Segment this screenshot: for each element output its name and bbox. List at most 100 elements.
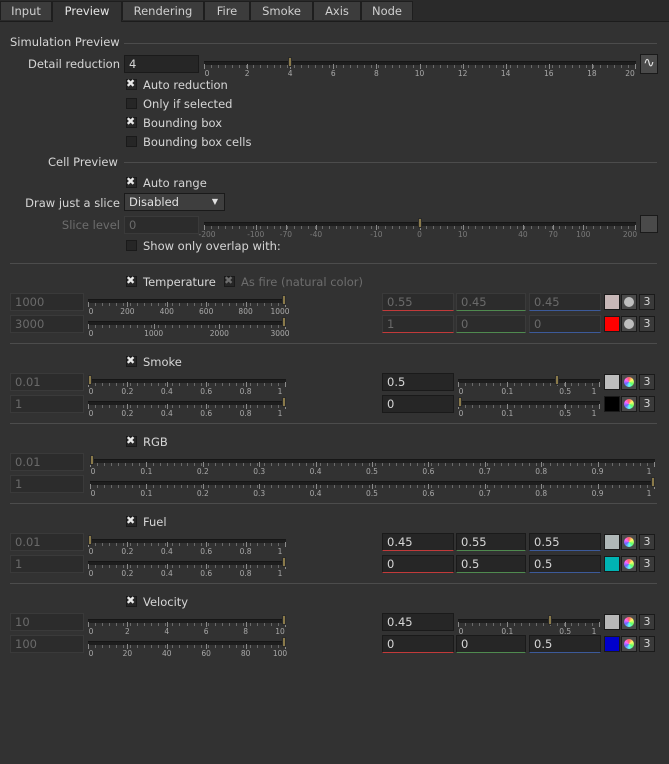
- tab-preview[interactable]: Preview: [52, 1, 122, 22]
- rgb-checkbox[interactable]: [126, 434, 137, 447]
- velocity-color2-channels[interactable]: 3: [639, 636, 655, 652]
- velocity-max-input[interactable]: 100: [10, 635, 84, 653]
- temperature-color1-g[interactable]: 0.45: [456, 293, 526, 311]
- smoke-color2-value[interactable]: 0: [382, 395, 454, 413]
- as-fire-checkbox[interactable]: [224, 274, 235, 287]
- velocity-color2-swatch[interactable]: [604, 636, 620, 652]
- detail-reduction-input[interactable]: 4: [124, 55, 199, 73]
- slider-handle[interactable]: [282, 317, 286, 327]
- slice-options-button[interactable]: [640, 215, 658, 233]
- slider-handle[interactable]: [651, 477, 655, 487]
- rgb-max-slider[interactable]: 0 0.1 0.2 0.3 0.4 0.5 0.6 0.7 0.8 0.9 1: [90, 476, 655, 498]
- slider-handle[interactable]: [418, 218, 422, 228]
- velocity-color1-channels[interactable]: 3: [639, 614, 655, 630]
- smoke-max-input[interactable]: 1: [10, 395, 84, 413]
- temperature-max-input[interactable]: 3000: [10, 315, 84, 333]
- temperature-color1-channels[interactable]: 3: [639, 294, 655, 310]
- temperature-color1-b[interactable]: 0.45: [529, 293, 601, 311]
- fuel-color1-b[interactable]: 0.55: [529, 533, 601, 551]
- fuel-color1-g[interactable]: 0.55: [456, 533, 526, 551]
- fuel-color1-swatch[interactable]: [604, 534, 620, 550]
- fuel-color1-channels[interactable]: 3: [639, 534, 655, 550]
- color-wheel-icon[interactable]: [621, 316, 637, 332]
- slider-handle[interactable]: [282, 557, 286, 567]
- smoke-min-slider[interactable]: 0 0.2 0.4 0.6 0.8 1: [88, 374, 286, 396]
- tab-input[interactable]: Input: [0, 1, 52, 20]
- smoke-color1-value[interactable]: 0.5: [382, 373, 454, 391]
- smoke-checkbox[interactable]: [126, 354, 137, 367]
- color-wheel-icon[interactable]: [621, 396, 637, 412]
- slider-handle[interactable]: [88, 375, 92, 385]
- slider-handle[interactable]: [282, 615, 286, 625]
- curve-icon[interactable]: ∿: [640, 54, 658, 74]
- smoke-color1-swatch[interactable]: [604, 374, 620, 390]
- fuel-color1-r[interactable]: 0.45: [382, 533, 454, 551]
- temperature-color2-swatch[interactable]: [604, 316, 620, 332]
- bounding-box-cells-checkbox[interactable]: [126, 136, 137, 147]
- fuel-color2-r[interactable]: 0: [382, 555, 454, 573]
- fuel-color2-channels[interactable]: 3: [639, 556, 655, 572]
- smoke-color2-slider[interactable]: 0 0.1 0.5 1: [458, 396, 600, 418]
- rgb-max-input[interactable]: 1: [10, 475, 84, 493]
- auto-reduction-checkbox[interactable]: [126, 77, 137, 90]
- velocity-max-slider[interactable]: 0 20 40 60 80 100: [88, 636, 287, 658]
- slider-handle[interactable]: [88, 535, 92, 545]
- velocity-color2-g[interactable]: 0: [456, 635, 526, 653]
- slider-handle[interactable]: [90, 455, 94, 465]
- velocity-color1-value[interactable]: 0.45: [382, 613, 454, 631]
- show-overlap-checkbox[interactable]: [126, 240, 137, 251]
- temperature-color2-r[interactable]: 1: [382, 315, 454, 333]
- only-if-selected-checkbox[interactable]: [126, 98, 137, 109]
- color-wheel-icon[interactable]: [621, 556, 637, 572]
- temperature-checkbox[interactable]: [126, 274, 137, 287]
- detail-reduction-slider[interactable]: 0 2 4 6 8 10 12 14 16 18 20: [204, 56, 636, 78]
- rgb-min-slider[interactable]: 0 0.1 0.2 0.3 0.4 0.5 0.6 0.7 0.8 0.9 1: [90, 454, 655, 476]
- velocity-checkbox[interactable]: [126, 594, 137, 607]
- fuel-max-input[interactable]: 1: [10, 555, 84, 573]
- rgb-min-input[interactable]: 0.01: [10, 453, 84, 471]
- fuel-color2-b[interactable]: 0.5: [529, 555, 601, 573]
- velocity-color1-slider[interactable]: 0 0.1 0.5 1: [458, 614, 600, 636]
- velocity-color1-swatch[interactable]: [604, 614, 620, 630]
- slider-handle[interactable]: [282, 397, 286, 407]
- temperature-color2-channels[interactable]: 3: [639, 316, 655, 332]
- fuel-max-slider[interactable]: 0 0.2 0.4 0.6 0.8 1: [88, 556, 286, 578]
- tab-rendering[interactable]: Rendering: [122, 1, 204, 20]
- tab-node[interactable]: Node: [361, 1, 413, 20]
- velocity-min-input[interactable]: 10: [10, 613, 84, 631]
- slider-handle[interactable]: [282, 637, 286, 647]
- temperature-color2-g[interactable]: 0: [456, 315, 526, 333]
- color-wheel-icon[interactable]: [621, 614, 637, 630]
- smoke-min-input[interactable]: 0.01: [10, 373, 84, 391]
- temperature-min-slider[interactable]: 0 200 400 600 800 1000: [88, 294, 290, 316]
- color-wheel-icon[interactable]: [621, 534, 637, 550]
- velocity-color2-r[interactable]: 0: [382, 635, 454, 653]
- temperature-color1-swatch[interactable]: [604, 294, 620, 310]
- fuel-checkbox[interactable]: [126, 514, 137, 527]
- bounding-box-checkbox[interactable]: [126, 115, 137, 128]
- slice-dropdown[interactable]: Disabled ▼: [124, 193, 225, 211]
- fuel-color2-swatch[interactable]: [604, 556, 620, 572]
- slider-handle[interactable]: [548, 615, 552, 625]
- smoke-max-slider[interactable]: 0 0.2 0.4 0.6 0.8 1: [88, 396, 286, 418]
- temperature-min-input[interactable]: 1000: [10, 293, 84, 311]
- tab-fire[interactable]: Fire: [204, 1, 250, 20]
- slider-handle[interactable]: [282, 295, 286, 305]
- smoke-color1-channels[interactable]: 3: [639, 374, 655, 390]
- velocity-color2-b[interactable]: 0.5: [529, 635, 601, 653]
- slider-handle[interactable]: [555, 375, 559, 385]
- slice-level-slider[interactable]: -200 -100 -70 -40 -10 0 10 40 70 100 200: [198, 217, 637, 239]
- smoke-color1-slider[interactable]: 0 0.1 0.5 1: [458, 374, 600, 396]
- slice-level-input[interactable]: 0: [124, 216, 199, 234]
- temperature-max-slider[interactable]: 0 1000 2000 3000: [88, 316, 290, 338]
- smoke-color2-swatch[interactable]: [604, 396, 620, 412]
- fuel-min-slider[interactable]: 0 0.2 0.4 0.6 0.8 1: [88, 534, 286, 556]
- smoke-color2-channels[interactable]: 3: [639, 396, 655, 412]
- slider-handle[interactable]: [458, 397, 462, 407]
- temperature-color1-r[interactable]: 0.55: [382, 293, 454, 311]
- slider-handle[interactable]: [288, 57, 292, 67]
- auto-range-checkbox[interactable]: [126, 175, 137, 188]
- tab-axis[interactable]: Axis: [313, 1, 361, 20]
- color-wheel-icon[interactable]: [621, 294, 637, 310]
- fuel-color2-g[interactable]: 0.5: [456, 555, 526, 573]
